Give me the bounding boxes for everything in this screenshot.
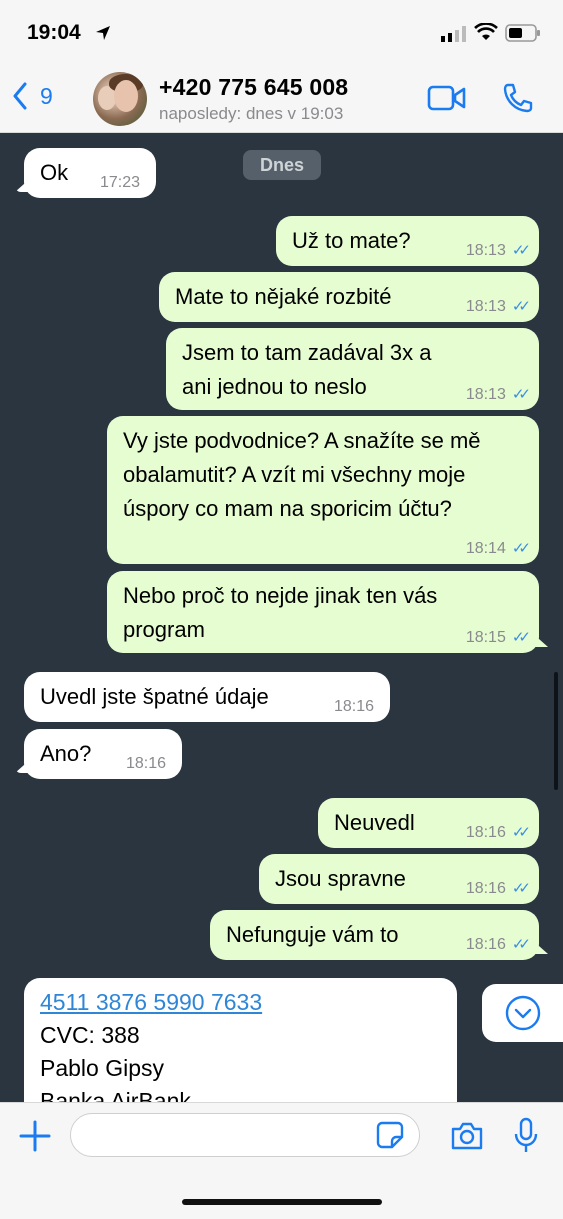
read-ticks-icon: ✓✓ xyxy=(511,936,531,953)
message-time: 18:16 xyxy=(465,880,506,897)
card-bank: Banka AirBank xyxy=(40,1088,191,1102)
message-time: 17:23 xyxy=(99,174,140,191)
message-bubble[interactable]: Mate to nějaké rozbité 18:13 ✓✓ xyxy=(159,272,539,322)
message-text: Jsou spravne xyxy=(275,866,406,891)
message-input[interactable] xyxy=(70,1113,420,1157)
message-text: Mate to nějaké rozbité xyxy=(175,284,392,309)
message-text: Nefunguje vám to xyxy=(226,922,399,947)
message-time: 18:16 xyxy=(333,698,374,715)
sticker-icon[interactable] xyxy=(376,1121,404,1149)
chat-header: 9 +420 775 645 008 naposledy: dnes v 19:… xyxy=(0,64,563,133)
message-text: Uvedl jste špatné údaje xyxy=(40,684,269,709)
phone-icon[interactable] xyxy=(502,82,534,114)
home-indicator xyxy=(182,1199,382,1205)
status-time: 19:04 xyxy=(27,21,81,44)
read-ticks-icon: ✓✓ xyxy=(511,824,531,841)
read-ticks-icon: ✓✓ xyxy=(511,298,531,315)
card-cvc: CVC: 388 xyxy=(40,1022,140,1048)
status-bar: 19:04 xyxy=(0,0,563,64)
card-details-message[interactable]: 4511 3876 5990 7633 CVC: 388 Pablo Gipsy… xyxy=(24,978,457,1102)
microphone-icon[interactable] xyxy=(513,1117,539,1155)
plus-icon[interactable] xyxy=(18,1119,52,1153)
date-separator: Dnes xyxy=(243,150,321,180)
contact-presence: naposledy: dnes v 19:03 xyxy=(159,104,344,123)
card-number-link[interactable]: 4511 3876 5990 7633 xyxy=(40,989,262,1015)
read-ticks-icon: ✓✓ xyxy=(511,242,531,259)
message-time: 18:15 xyxy=(465,629,506,646)
read-ticks-icon: ✓✓ xyxy=(511,629,531,646)
scrollbar[interactable] xyxy=(554,672,558,790)
avatar[interactable] xyxy=(93,72,147,126)
message-bubble[interactable]: Jsou spravne 18:16 ✓✓ xyxy=(259,854,539,904)
message-text: Už to mate? xyxy=(292,228,411,253)
message-text: Jsem to tam zadával 3x a ani jednou to n… xyxy=(182,340,432,399)
message-bubble[interactable]: Uvedl jste špatné údaje 18:16 xyxy=(24,672,390,722)
message-text: Neuvedl xyxy=(334,810,415,835)
message-time: 18:16 xyxy=(125,755,166,772)
card-holder-name: Pablo Gipsy xyxy=(40,1055,165,1081)
read-ticks-icon: ✓✓ xyxy=(511,880,531,897)
back-count: 9 xyxy=(40,82,53,109)
read-ticks-icon: ✓✓ xyxy=(511,386,531,403)
message-time: 18:16 xyxy=(465,824,506,841)
message-time: 18:14 xyxy=(465,540,506,557)
message-bubble[interactable]: Vy jste podvodnice? A snažíte se mě obal… xyxy=(107,416,539,564)
wifi-icon xyxy=(474,23,498,40)
message-text: Vy jste podvodnice? A snažíte se mě obal… xyxy=(123,428,481,521)
message-bubble[interactable]: Už to mate? 18:13 ✓✓ xyxy=(276,216,539,266)
message-text: Nebo proč to nejde jinak ten vás program xyxy=(123,583,438,642)
message-bubble[interactable]: Nefunguje vám to 18:16 ✓✓ xyxy=(210,910,539,960)
scroll-to-bottom-button[interactable] xyxy=(482,984,563,1042)
battery-icon xyxy=(505,24,540,42)
message-bubble[interactable]: Neuvedl 18:16 ✓✓ xyxy=(318,798,539,848)
message-time: 18:13 xyxy=(465,386,506,403)
message-composer xyxy=(0,1102,563,1219)
message-time: 18:16 xyxy=(465,936,506,953)
message-bubble[interactable]: Ano? 18:16 xyxy=(24,729,182,779)
contact-name[interactable]: +420 775 645 008 xyxy=(159,74,348,101)
message-bubble[interactable]: Nebo proč to nejde jinak ten vás program… xyxy=(107,571,539,653)
back-button[interactable]: 9 xyxy=(12,82,53,110)
message-text: Ok xyxy=(40,160,69,185)
read-ticks-icon: ✓✓ xyxy=(511,540,531,557)
message-time: 18:13 xyxy=(465,298,506,315)
location-arrow-icon xyxy=(96,26,110,40)
camera-icon[interactable] xyxy=(450,1121,484,1151)
signal-icon xyxy=(441,26,466,42)
message-bubble[interactable]: Jsem to tam zadával 3x a ani jednou to n… xyxy=(166,328,539,410)
back-chevron-icon xyxy=(13,82,27,110)
message-bubble[interactable]: Ok 17:23 xyxy=(24,148,156,198)
chevron-down-icon xyxy=(505,995,541,1031)
video-call-icon[interactable] xyxy=(427,84,467,112)
chat-area[interactable]: Dnes Ok 17:23 Už to mate? 18:13 ✓✓ Mate t… xyxy=(0,132,563,1102)
message-time: 18:13 xyxy=(465,242,506,259)
message-text: Ano? xyxy=(40,741,92,766)
